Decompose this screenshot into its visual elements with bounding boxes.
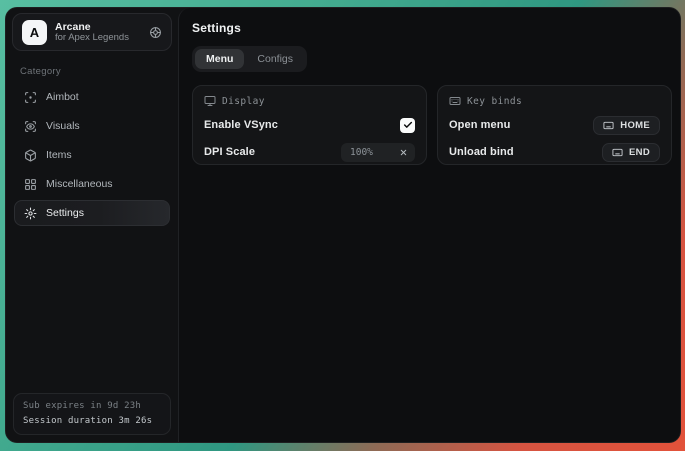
tab-menu[interactable]: Menu xyxy=(195,49,244,69)
display-card-header: Display xyxy=(204,95,415,107)
unload-bind-button[interactable]: END xyxy=(602,143,660,162)
sidebar: A Arcane for Apex Legends Category xyxy=(6,8,178,442)
dpi-row: DPI Scale 100% xyxy=(204,143,415,161)
sidebar-item-label: Visuals xyxy=(46,120,80,132)
open-menu-row: Open menu HOME xyxy=(449,116,660,134)
keybinds-card-header: Key binds xyxy=(449,95,660,107)
keybinds-card-title: Key binds xyxy=(467,96,522,107)
sidebar-item-settings[interactable]: Settings xyxy=(14,200,170,226)
sidebar-item-label: Aimbot xyxy=(46,91,79,103)
open-menu-bind-button[interactable]: HOME xyxy=(593,116,660,135)
unload-bind-row: Unload bind END xyxy=(449,143,660,161)
scan-eye-icon xyxy=(24,120,37,133)
brand-card: A Arcane for Apex Legends xyxy=(12,13,172,51)
grid-icon xyxy=(24,178,37,191)
tab-bar: Menu Configs xyxy=(192,46,307,72)
app-window: A Arcane for Apex Legends Category xyxy=(5,7,681,443)
crosshair-icon xyxy=(24,91,37,104)
app-subtitle: for Apex Legends xyxy=(55,33,141,44)
keyboard-icon xyxy=(603,120,614,131)
display-card-title: Display xyxy=(222,96,265,107)
dpi-label: DPI Scale xyxy=(204,146,255,158)
page-title: Settings xyxy=(192,21,672,35)
vsync-row: Enable VSync xyxy=(204,116,415,134)
clear-icon[interactable] xyxy=(399,148,408,157)
keyboard-icon xyxy=(449,95,461,107)
tab-configs[interactable]: Configs xyxy=(246,49,304,69)
sidebar-nav: Aimbot Visuals xyxy=(6,84,178,226)
sidebar-item-items[interactable]: Items xyxy=(14,142,170,168)
keybinds-card: Key binds Open menu HOME Unload bind xyxy=(437,85,672,165)
sidebar-item-label: Items xyxy=(46,149,72,161)
main-panel: Settings Menu Configs Display E xyxy=(178,8,681,442)
session-duration-text: Session duration 3m 26s xyxy=(23,416,161,426)
sub-expiry-text: Sub expires in 9d 23h xyxy=(23,401,161,411)
monitor-icon xyxy=(204,95,216,107)
sidebar-item-label: Settings xyxy=(46,207,84,219)
category-label: Category xyxy=(20,66,164,77)
dpi-scale-input[interactable]: 100% xyxy=(341,143,415,162)
dpi-scale-value: 100% xyxy=(350,147,373,158)
open-menu-label: Open menu xyxy=(449,119,510,131)
sidebar-item-visuals[interactable]: Visuals xyxy=(14,113,170,139)
sidebar-item-miscellaneous[interactable]: Miscellaneous xyxy=(14,171,170,197)
unload-bind-key: END xyxy=(629,147,650,158)
sidebar-item-aimbot[interactable]: Aimbot xyxy=(14,84,170,110)
app-name: Arcane xyxy=(55,21,141,33)
settings-cards: Display Enable VSync DPI Scale xyxy=(192,85,672,165)
vsync-label: Enable VSync xyxy=(204,119,278,131)
vsync-checkbox[interactable] xyxy=(400,118,415,133)
subscription-card: Sub expires in 9d 23h Session duration 3… xyxy=(13,393,171,435)
app-logo: A xyxy=(22,20,47,45)
gear-icon xyxy=(24,207,37,220)
package-icon xyxy=(24,149,37,162)
display-card: Display Enable VSync DPI Scale xyxy=(192,85,427,165)
keyboard-icon xyxy=(612,147,623,158)
target-icon[interactable] xyxy=(149,26,162,39)
sidebar-item-label: Miscellaneous xyxy=(46,178,113,190)
sidebar-spacer xyxy=(6,226,178,393)
unload-bind-label: Unload bind xyxy=(449,146,514,158)
check-icon xyxy=(403,120,413,130)
open-menu-key: HOME xyxy=(620,120,650,131)
brand-text: Arcane for Apex Legends xyxy=(55,21,141,44)
